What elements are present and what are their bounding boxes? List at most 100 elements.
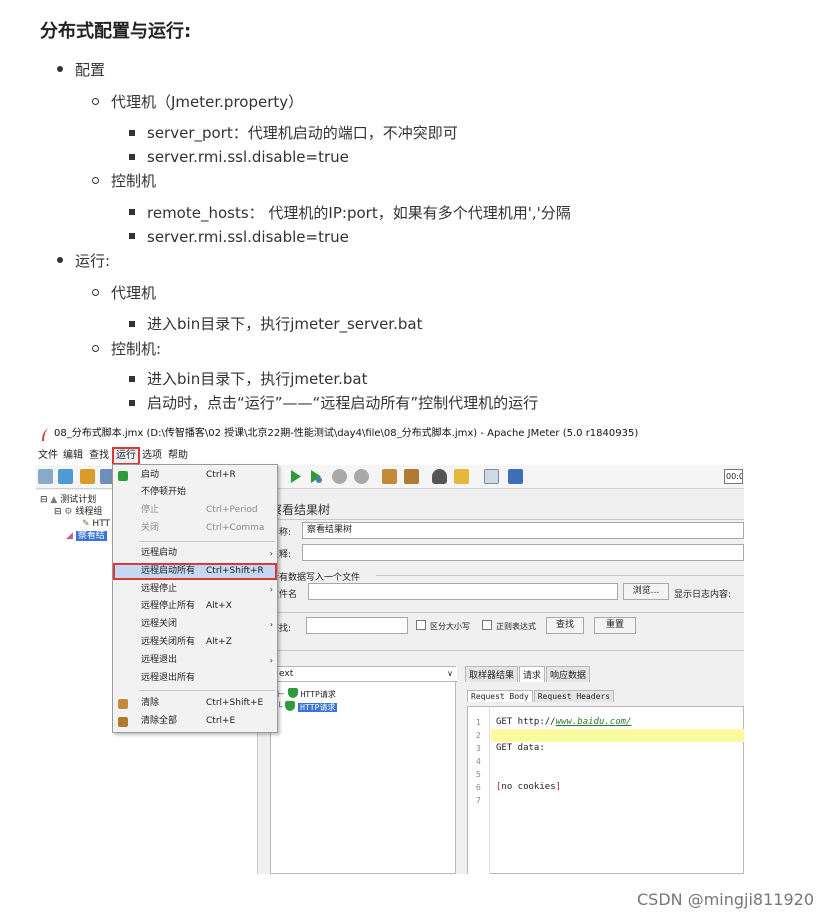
sample-node[interactable]: ⊢ HTTP请求 (277, 687, 336, 700)
menu-item-remote-exit[interactable]: 远程退出 › (113, 652, 277, 669)
renderer-select[interactable]: ext ∨ (271, 667, 457, 682)
success-shield-icon (287, 688, 298, 698)
bullet-square (129, 233, 135, 239)
menu-item-remote-shutdown-all[interactable]: 远程关闭所有 Alt+Z (113, 634, 277, 651)
menubar: 文件 编辑 查找 运行 选项 帮助 (36, 446, 744, 465)
menu-file[interactable]: 文件 (38, 446, 58, 465)
tab-request-body[interactable]: Request Body (467, 690, 533, 702)
menu-item-remote-exit-all[interactable]: 远程退出所有 (113, 670, 277, 687)
write-all-label: 所有数据写入一个文件 (270, 573, 361, 583)
list-item: 控制机: (111, 340, 162, 358)
run-menu: 启动 Ctrl+R 不停顿开始 停止 Ctrl+Period 关闭 Ctrl+Comm… (112, 464, 278, 733)
case-sensitive-label: 区分大小写 (430, 622, 470, 631)
url-link[interactable]: www.baidu.com/ (556, 717, 632, 727)
comment-field[interactable] (302, 544, 744, 561)
tab-request-headers[interactable]: Request Headers (533, 690, 615, 702)
list-item: 代理机（Jmeter.property） (111, 93, 304, 111)
menu-item-remote-stop[interactable]: 远程停止 › (113, 581, 277, 598)
result-tree-panel: 察看结果树 名称: 察看结果树 注释: 所有数据写入一个文件 文件名 浏览...… (258, 490, 744, 874)
tree-node-test-plan[interactable]: ⊟ ▲ 测试计划 (40, 494, 96, 506)
menu-separator (139, 690, 275, 691)
menu-item-start-no-pause[interactable]: 不停顿开始 (113, 484, 277, 501)
menu-help[interactable]: 帮助 (168, 446, 188, 465)
line-number: 6 (476, 783, 481, 792)
sample-node[interactable]: └ HTTP请求 (277, 700, 338, 713)
list-item: remote_hosts： 代理机的IP:port，如果有多个代理机用','分隔 (147, 204, 571, 222)
bullet-square (129, 321, 135, 327)
find-button[interactable]: 查找 (546, 617, 584, 634)
function-helper-icon[interactable] (484, 469, 499, 484)
tree-node-result-tree[interactable]: ◢ 察看结 (66, 530, 107, 542)
menu-item-stop[interactable]: 停止 Ctrl+Period (113, 502, 277, 519)
menu-item-remote-start[interactable]: 远程启动 › (113, 545, 277, 562)
template-icon[interactable] (58, 469, 73, 484)
tree-node-http-request[interactable]: ✎ HTT (82, 518, 110, 530)
elapsed-time: 00:0 (724, 469, 743, 484)
divider (270, 650, 744, 651)
tab-response-data[interactable]: 响应数据 (546, 666, 591, 682)
list-item: 进入bin目录下，执行jmeter.bat (147, 370, 368, 388)
shutdown-icon[interactable] (354, 469, 369, 484)
bullet-circle (92, 289, 99, 296)
clear-icon (118, 699, 128, 709)
clear-all-icon (118, 717, 128, 727)
list-item: 控制机 (111, 172, 157, 190)
bullet-disc (57, 66, 63, 72)
menu-item-remote-stop-all[interactable]: 远程停止所有 Alt+X (113, 598, 277, 615)
menu-separator (139, 541, 275, 542)
request-pane: 取样器结果 请求 响应数据 Request Body Request Headers … (461, 666, 744, 874)
new-icon[interactable] (38, 469, 53, 484)
search-input[interactable] (306, 617, 408, 634)
binoculars-icon[interactable] (432, 469, 447, 484)
case-sensitive-checkbox[interactable] (416, 620, 426, 630)
menu-run[interactable]: 运行 (112, 447, 140, 465)
bullet-square (129, 209, 135, 215)
bullet-square (129, 130, 135, 136)
list-item: 运行: (75, 252, 111, 270)
tree-node-thread-group[interactable]: ⊟ ⚙ 线程组 (54, 506, 102, 518)
name-field[interactable]: 察看结果树 (302, 522, 744, 539)
regex-checkbox[interactable] (482, 620, 492, 630)
clear-icon[interactable] (382, 469, 397, 484)
reset-button[interactable]: 重置 (594, 617, 636, 634)
menu-item-shutdown[interactable]: 关闭 Ctrl+Comma (113, 520, 277, 537)
start-icon[interactable] (288, 469, 303, 484)
tab-sampler-result[interactable]: 取样器结果 (465, 666, 519, 682)
window-titlebar: 08_分布式脚本.jmx (D:\传智播客\02 授课\北京22期-性能测试\d… (36, 422, 744, 446)
open-icon[interactable] (80, 469, 95, 484)
divider (270, 612, 744, 613)
request-body-editor[interactable]: 1 2 3 4 5 6 7 GET http://www.baidu.com/ … (467, 706, 744, 874)
filename-field[interactable] (308, 583, 618, 600)
tab-request[interactable]: 请求 (519, 666, 546, 682)
watermark: CSDN @mingji811920 (637, 890, 814, 909)
broom-icon[interactable] (454, 469, 469, 484)
clear-all-icon[interactable] (404, 469, 419, 484)
list-item: 进入bin目录下，执行jmeter_server.bat (147, 315, 423, 333)
menu-edit[interactable]: 编辑 (63, 446, 83, 465)
submenu-arrow-icon: › (269, 585, 273, 594)
list-item: server_port：代理机启动的端口，不冲突即可 (147, 124, 458, 142)
help-icon[interactable] (508, 469, 523, 484)
menu-options[interactable]: 选项 (142, 446, 162, 465)
menu-item-remote-start-all[interactable]: 远程启动所有 Ctrl+Shift+R (113, 563, 277, 580)
panel-title: 察看结果树 (270, 503, 331, 517)
start-no-pause-icon[interactable] (308, 469, 323, 484)
jmeter-feather-icon (42, 428, 48, 441)
browse-button[interactable]: 浏览... (623, 583, 669, 600)
line-number: 3 (476, 744, 481, 753)
submenu-arrow-icon: › (269, 549, 273, 558)
bullet-square (129, 154, 135, 160)
menu-item-clear-all[interactable]: 清除全部 Ctrl+E (113, 713, 277, 730)
menu-search[interactable]: 查找 (89, 446, 109, 465)
list-item: server.rmi.ssl.disable=true (147, 148, 349, 166)
code-line-data: GET data: (496, 743, 545, 753)
line-number: 2 (476, 731, 481, 740)
menu-item-clear[interactable]: 清除 Ctrl+Shift+E (113, 695, 277, 712)
list-item: 代理机 (111, 284, 157, 302)
line-highlight (491, 729, 744, 742)
result-tabs: 取样器结果 请求 响应数据 (465, 666, 591, 682)
stop-icon[interactable] (332, 469, 347, 484)
menu-item-start[interactable]: 启动 Ctrl+R (113, 467, 277, 484)
menu-item-remote-shutdown[interactable]: 远程关闭 › (113, 616, 277, 633)
list-item: 配置 (75, 61, 106, 79)
